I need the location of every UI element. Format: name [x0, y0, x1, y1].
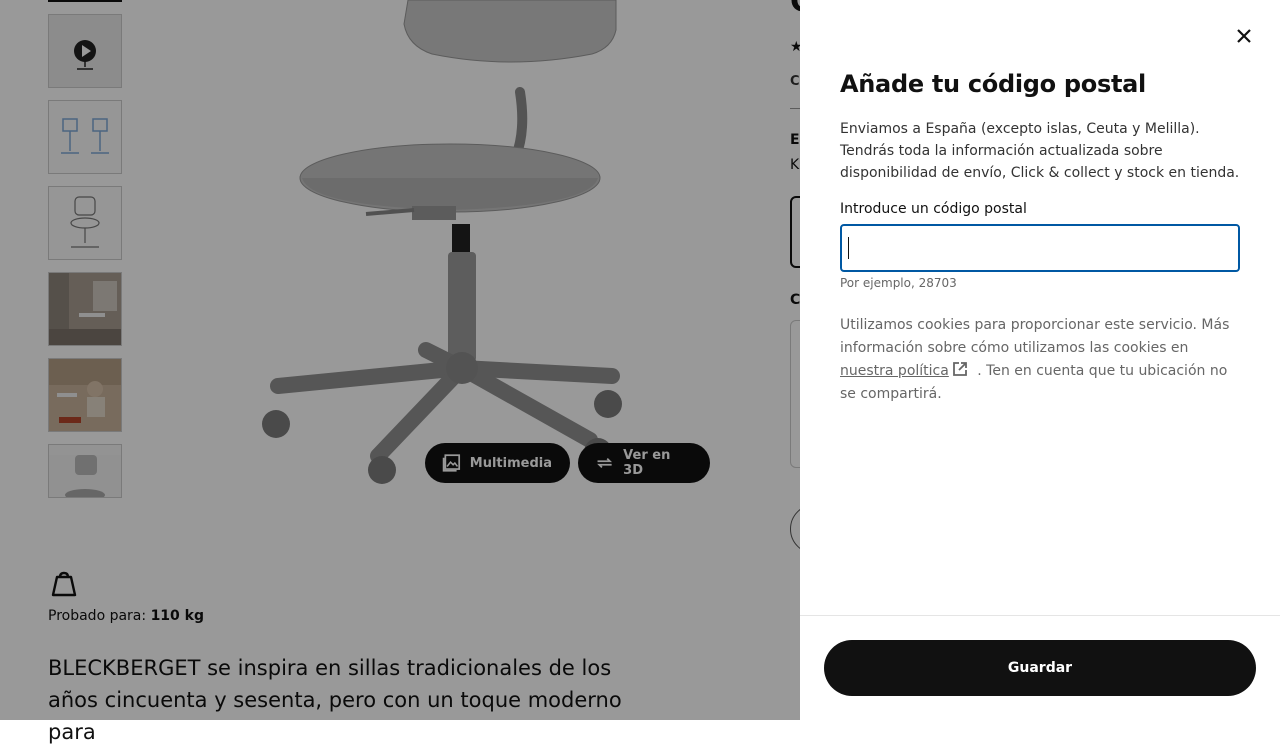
- cookies-notice: Utilizamos cookies para proporcionar est…: [840, 314, 1240, 406]
- modal-title: Añade tu código postal: [840, 70, 1146, 98]
- close-icon: [1237, 29, 1251, 43]
- modal-footer-divider: [800, 615, 1280, 616]
- postal-code-label: Introduce un código postal: [840, 201, 1027, 217]
- cookies-text-before: Utilizamos cookies para proporcionar est…: [840, 317, 1230, 356]
- modal-intro-text: Enviamos a España (excepto islas, Ceuta …: [840, 121, 1240, 181]
- postal-code-input[interactable]: [840, 224, 1240, 272]
- postal-code-hint: Por ejemplo, 28703: [840, 276, 957, 290]
- privacy-policy-link[interactable]: nuestra política: [840, 363, 949, 379]
- close-button[interactable]: [1228, 20, 1260, 52]
- external-link-icon: [952, 362, 967, 376]
- text-caret: [848, 237, 849, 259]
- save-button[interactable]: Guardar: [824, 640, 1256, 696]
